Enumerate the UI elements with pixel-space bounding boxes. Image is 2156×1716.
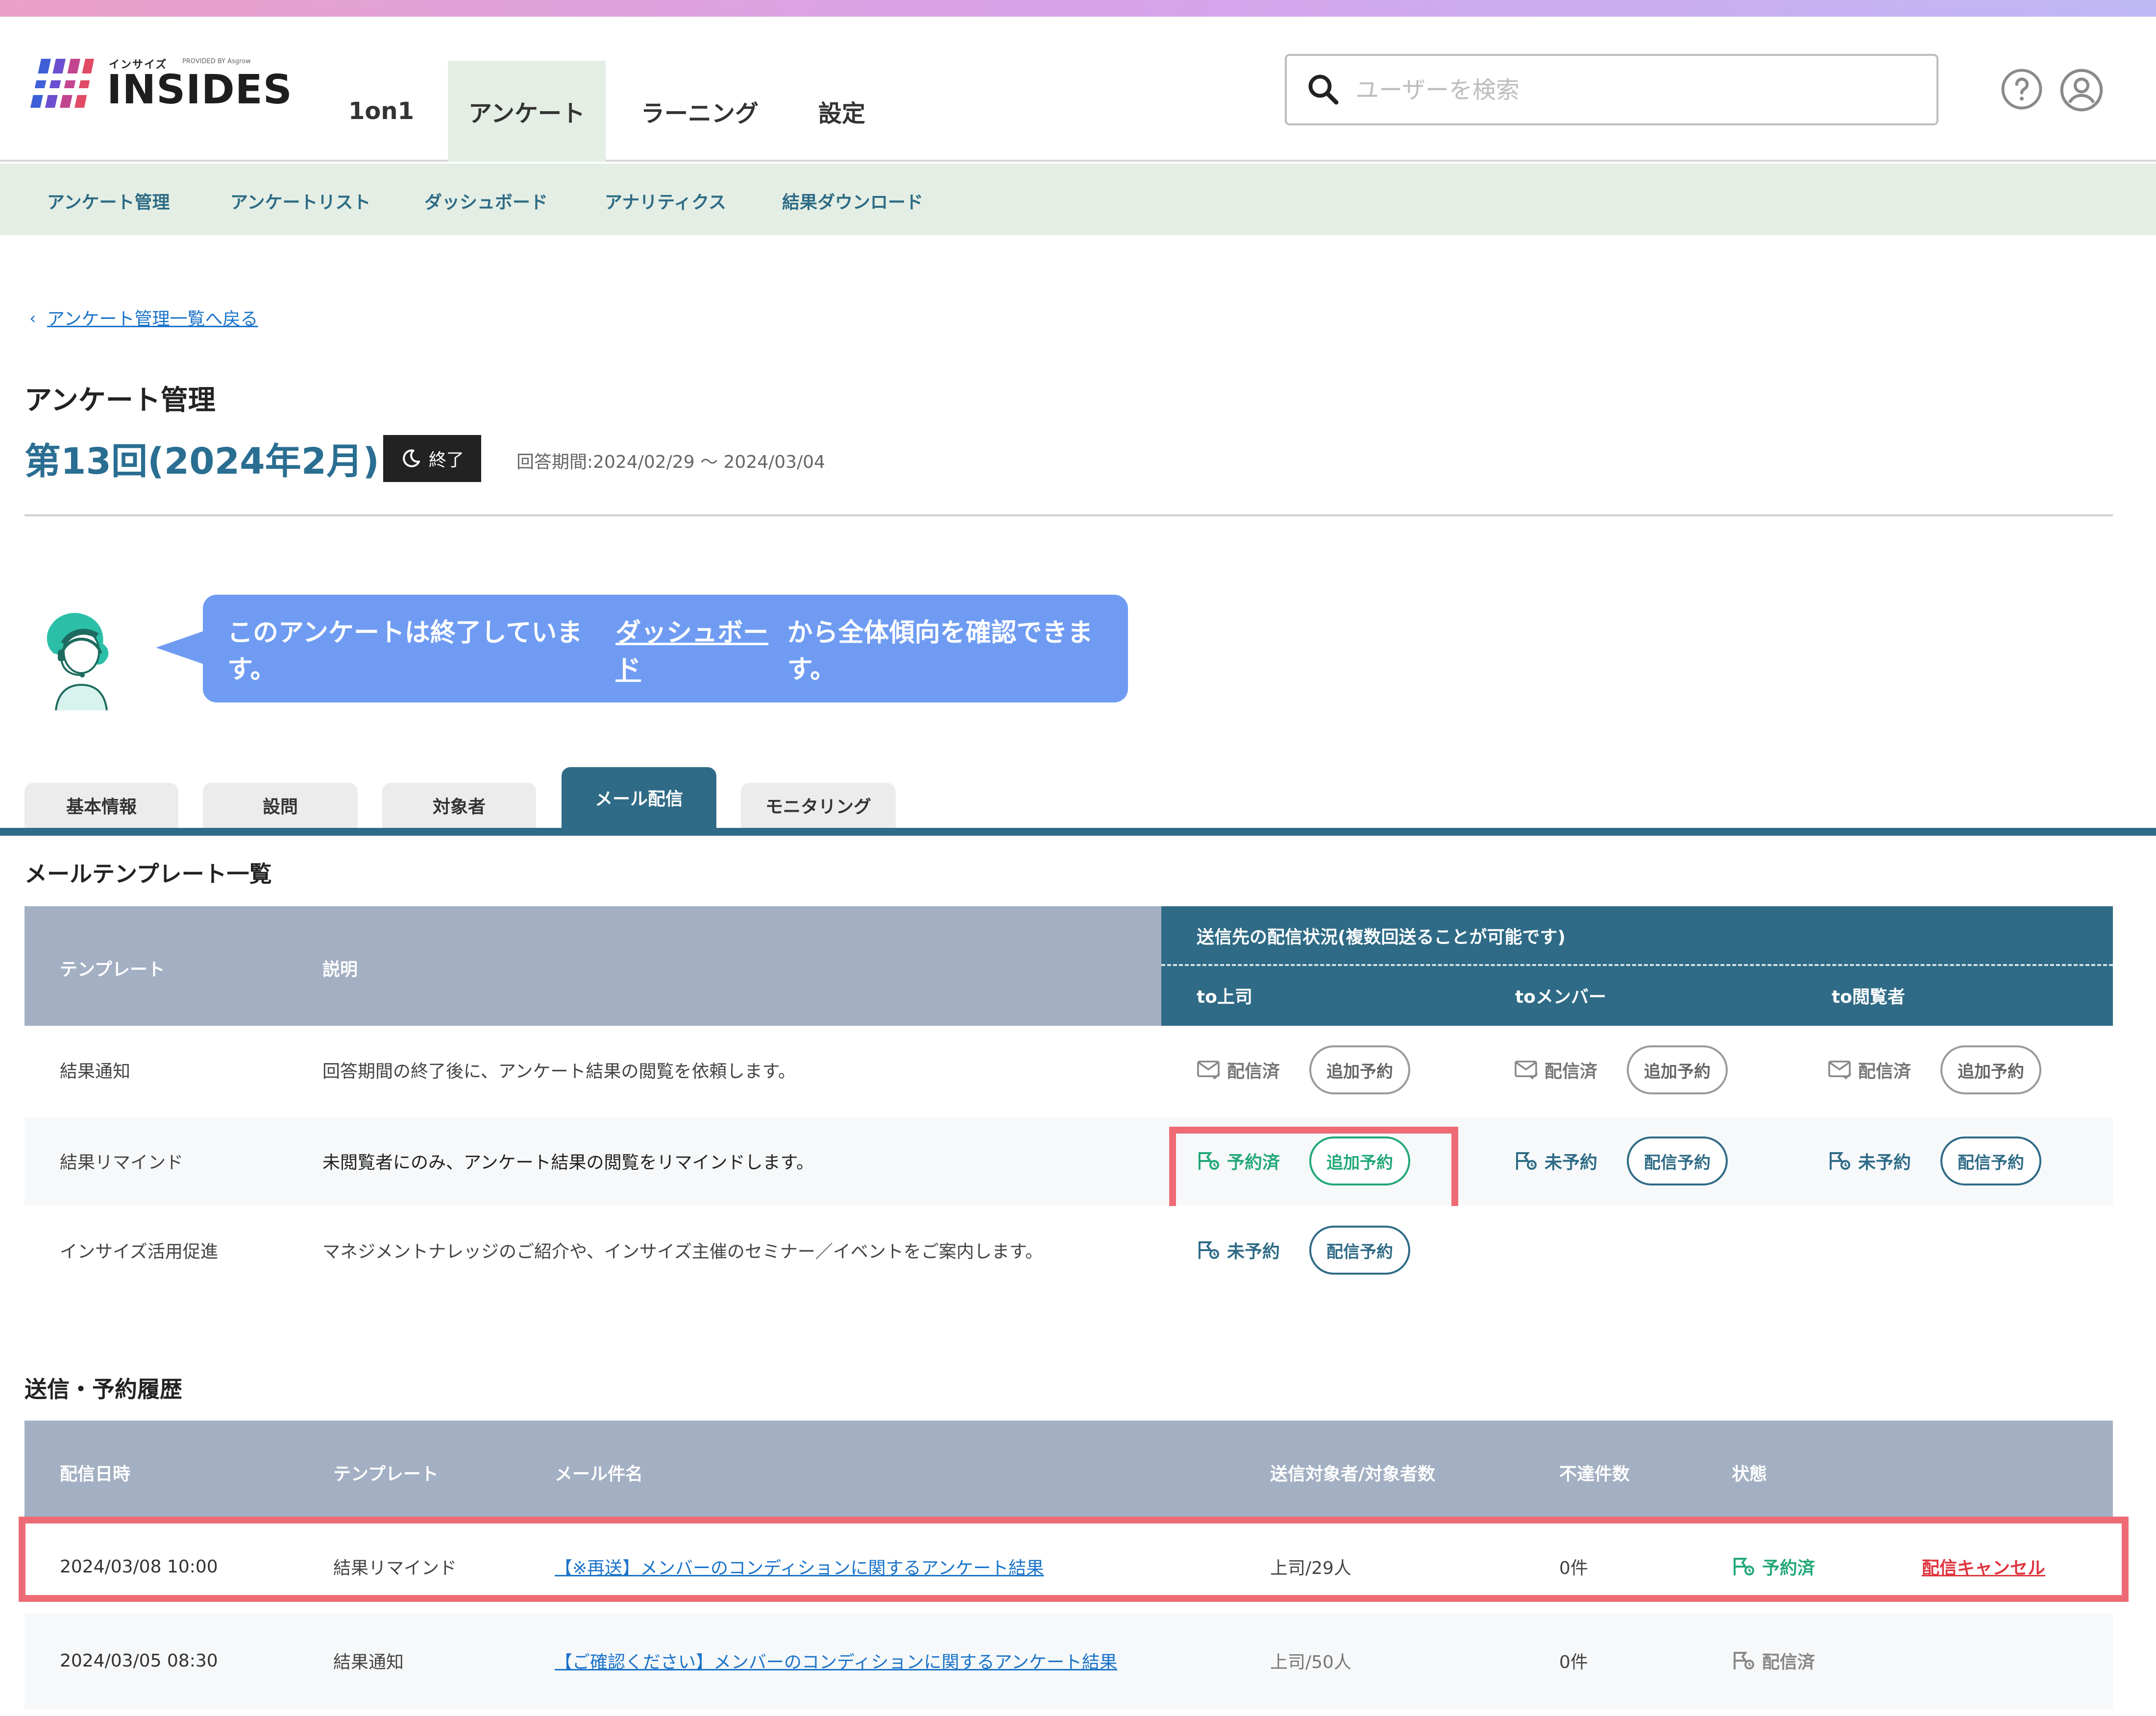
nav-tab-survey[interactable]: アンケート: [448, 61, 606, 162]
col-undelivered: 不達件数: [1559, 1464, 1630, 1484]
templates-table-header: テンプレート 説明: [24, 906, 1161, 1026]
schedule-delivery-button[interactable]: 配信予約: [1940, 1136, 2041, 1185]
col-description: 説明: [322, 960, 358, 980]
tab-mail-delivery[interactable]: メール配信: [562, 767, 716, 828]
col-status-group: 送信先の配信状況(複数回送ることが可能です): [1197, 927, 1566, 947]
template-name: 結果通知: [60, 1062, 131, 1082]
col-state: 状態: [1732, 1464, 1767, 1484]
page-title: アンケート管理: [24, 385, 216, 416]
template-name: 結果リマインド: [60, 1153, 184, 1173]
subnav-survey-management[interactable]: アンケート管理: [47, 188, 170, 214]
template-row: インサイズ活用促進 マネジメントナレッジのご紹介や、インサイズ主催のセミナー／イ…: [24, 1206, 2113, 1294]
delivery-status: 配信済: [1197, 1026, 1280, 1114]
subnav-dashboard[interactable]: ダッシュボード: [424, 188, 548, 214]
template-description: マネジメントナレッジのご紹介や、インサイズ主催のセミナー／イベントをご案内します…: [322, 1242, 1043, 1262]
header-dashed-divider: [1161, 964, 2113, 966]
mail-subject-link[interactable]: 【ご確認ください】メンバーのコンディションに関するアンケート結果: [555, 1648, 1117, 1673]
flag-unreserved-icon: [1828, 1150, 1853, 1172]
add-reservation-button[interactable]: 追加予約: [1940, 1045, 2041, 1094]
flag-sent-icon: [1732, 1650, 1757, 1671]
message-text-after: から全体傾向を確認できます。: [787, 618, 1093, 684]
template-name: 結果通知: [333, 1652, 404, 1672]
tab-monitoring[interactable]: モニタリング: [741, 783, 896, 828]
col-to-manager: to上司: [1197, 987, 1252, 1007]
user-search-box[interactable]: [1285, 54, 1938, 125]
schedule-delivery-button[interactable]: 配信予約: [1627, 1136, 1728, 1185]
speech-bubble-tail: [156, 630, 207, 665]
survey-title: 第13回(2024年2月): [24, 440, 380, 483]
delivery-status: 配信済: [1514, 1026, 1597, 1114]
delivery-status-header: 送信先の配信状況(複数回送ることが可能です) to上司 toメンバー to閲覧者: [1161, 906, 2113, 1026]
moon-icon: [400, 448, 422, 469]
schedule-delivery-button[interactable]: 配信予約: [1309, 1226, 1410, 1275]
templates-heading: メールテンプレート一覧: [24, 861, 272, 887]
status-badge-label: 終了: [428, 450, 464, 470]
col-template: テンプレート: [333, 1464, 439, 1484]
undelivered-count: 0件: [1559, 1652, 1588, 1672]
mail-sent-icon: [1514, 1059, 1540, 1081]
tab-underline: [0, 828, 2156, 836]
col-to-member: toメンバー: [1515, 987, 1606, 1007]
history-heading: 送信・予約履歴: [24, 1376, 182, 1402]
answer-period: 回答期間:2024/02/29 ～ 2024/03/04: [516, 452, 826, 472]
tab-questions[interactable]: 設問: [203, 783, 358, 828]
help-icon[interactable]: [2000, 68, 2043, 111]
col-targets: 送信対象者/対象者数: [1270, 1464, 1436, 1484]
delivery-state: 配信済: [1732, 1613, 1815, 1709]
delivery-status: 未予約: [1514, 1117, 1597, 1205]
highlight-box: [1169, 1127, 1458, 1214]
delivery-datetime: 2024/03/05 08:30: [60, 1650, 218, 1671]
subnav-analytics[interactable]: アナリティクス: [605, 188, 726, 214]
tab-targets[interactable]: 対象者: [382, 783, 536, 828]
back-to-list-link[interactable]: アンケート管理一覧へ戻る: [47, 305, 258, 330]
template-name: インサイズ活用促進: [60, 1242, 218, 1262]
status-badge: 終了: [383, 435, 481, 482]
brand-name[interactable]: INSIDES: [107, 67, 293, 113]
delivery-status: 未予約: [1197, 1206, 1280, 1294]
mail-sent-icon: [1828, 1059, 1853, 1081]
dashboard-link[interactable]: ダッシュボード: [615, 612, 787, 685]
col-subject: メール件名: [555, 1464, 643, 1484]
template-row: 結果リマインド 未閲覧者にのみ、アンケート結果の閲覧をリマインドします。 予約済…: [24, 1117, 2113, 1205]
col-datetime: 配信日時: [60, 1464, 131, 1484]
history-table-header: 配信日時 テンプレート メール件名 送信対象者/対象者数 不達件数 状態: [24, 1421, 2113, 1521]
template-description: 未閲覧者にのみ、アンケート結果の閲覧をリマインドします。: [322, 1153, 814, 1173]
subnav-result-download[interactable]: 結果ダウンロード: [782, 188, 923, 214]
subnav-survey-list[interactable]: アンケートリスト: [230, 188, 371, 214]
flag-unreserved-icon: [1197, 1239, 1222, 1261]
delivery-status: 配信済: [1828, 1026, 1911, 1114]
brand-by-text: PROVIDED BY Asgrow: [182, 58, 251, 65]
highlight-box: [19, 1517, 2129, 1602]
add-reservation-button[interactable]: 追加予約: [1309, 1045, 1410, 1094]
template-description: 回答期間の終了後に、アンケート結果の閲覧を依頼します。: [322, 1062, 796, 1082]
search-input[interactable]: [1355, 66, 1919, 115]
mail-sent-icon: [1197, 1059, 1222, 1081]
flag-unreserved-icon: [1514, 1150, 1540, 1172]
add-reservation-button[interactable]: 追加予約: [1627, 1045, 1728, 1094]
col-template: テンプレート: [60, 960, 165, 980]
tab-basic-info[interactable]: 基本情報: [24, 783, 178, 828]
brand-logo-icon[interactable]: [30, 59, 94, 108]
template-row: 結果通知 回答期間の終了後に、アンケート結果の閲覧を依頼します。 配信済 追加予…: [24, 1026, 2113, 1114]
history-row: 2024/03/05 08:30 結果通知 【ご確認ください】メンバーのコンディ…: [24, 1613, 2113, 1709]
target-count: 上司/50人: [1270, 1652, 1351, 1672]
user-account-icon[interactable]: [2059, 68, 2104, 113]
delivery-status: 未予約: [1828, 1117, 1911, 1205]
chevron-left-icon: ‹: [29, 309, 36, 328]
survey-ended-message: このアンケートは終了しています。 ダッシュボード から全体傾向を確認できます。: [203, 595, 1128, 702]
nav-tab-settings[interactable]: 設定: [799, 61, 885, 162]
sub-navigation: アンケート管理 アンケートリスト ダッシュボード アナリティクス 結果ダウンロー…: [0, 164, 2156, 235]
nav-tab-1on1[interactable]: 1on1: [343, 61, 419, 162]
message-text-before: このアンケートは終了しています。: [227, 618, 583, 684]
support-avatar-icon: [34, 603, 132, 710]
search-icon: [1305, 72, 1341, 107]
header-divider: [24, 514, 2113, 516]
top-gradient-bar: [0, 0, 2156, 17]
col-to-viewer: to閲覧者: [1832, 987, 1905, 1007]
nav-tab-learning[interactable]: ラーニング: [635, 61, 764, 162]
